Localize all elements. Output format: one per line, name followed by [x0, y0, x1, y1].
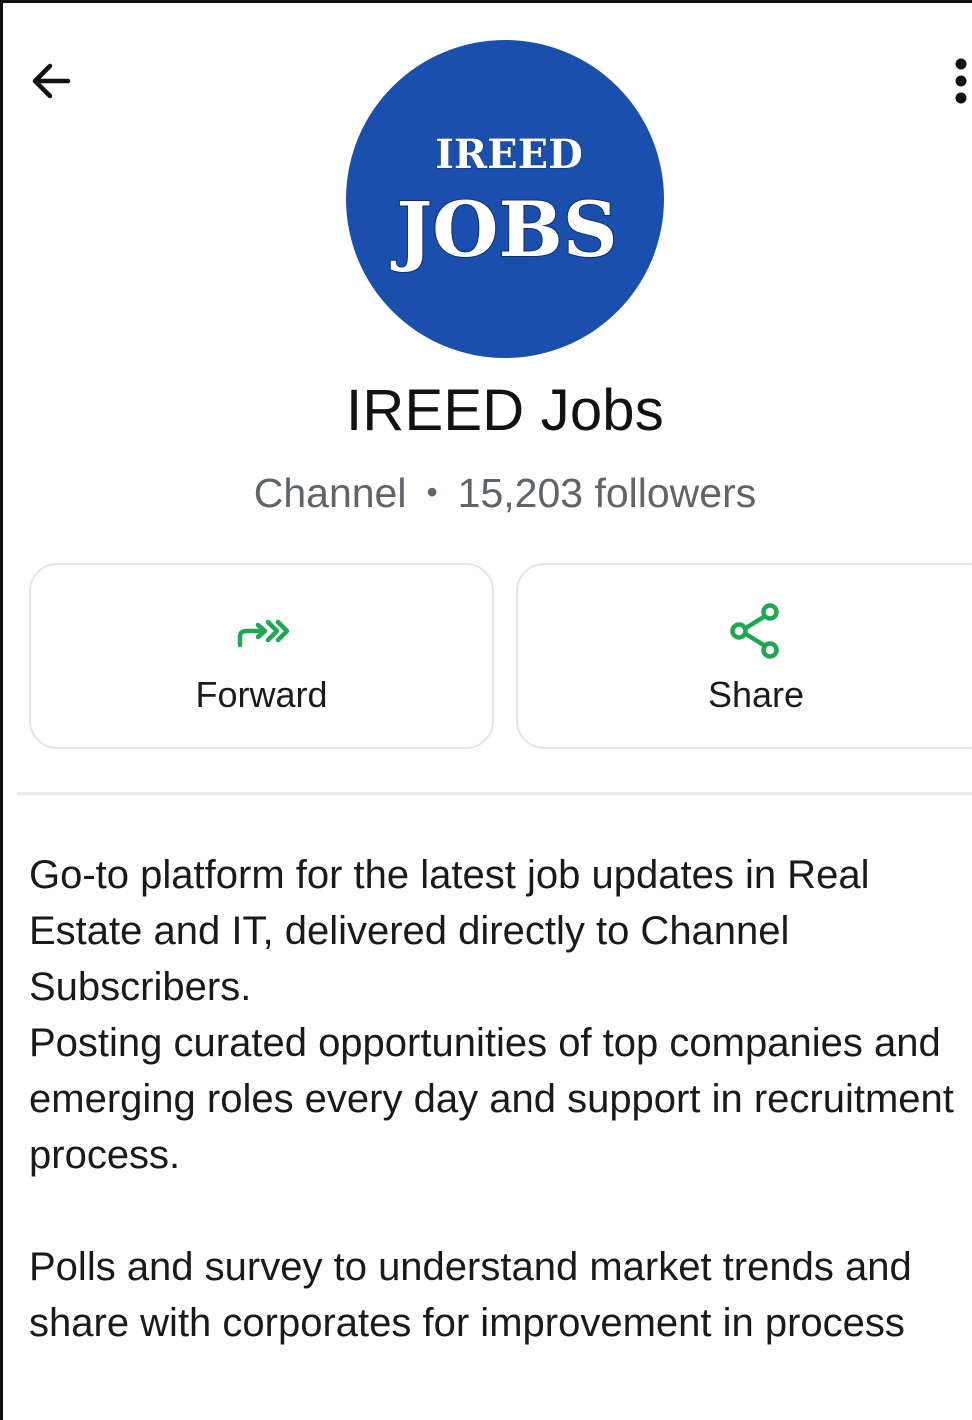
more-vertical-icon — [955, 58, 967, 104]
more-options-button[interactable] — [948, 53, 972, 109]
avatar-text-line1: IREED — [435, 131, 583, 178]
description-paragraph-1: Go-to platform for the latest job update… — [29, 853, 870, 1009]
screen: IREED JOBS IREED Jobs Channel • 15,203 fol… — [0, 0, 972, 1420]
share-icon — [724, 599, 788, 663]
channel-description: Go-to platform for the latest job update… — [29, 847, 972, 1351]
description-paragraph-2: Posting curated opportunities of top com… — [29, 1021, 954, 1177]
share-label: Share — [707, 674, 805, 715]
channel-type: Channel — [253, 470, 407, 516]
arrow-left-icon — [32, 63, 71, 99]
back-button[interactable] — [25, 55, 77, 107]
channel-meta: Channel • 15,203 followers — [3, 465, 972, 524]
avatar-text-line2: JOBS — [390, 185, 617, 274]
forward-icon — [230, 599, 294, 663]
section-divider — [17, 792, 972, 795]
forward-label: Forward — [195, 674, 328, 715]
follower-count: 15,203 followers — [457, 470, 757, 516]
description-paragraph-3: Polls and survey to understand market tr… — [29, 1245, 912, 1345]
forward-button[interactable]: Forward — [29, 563, 494, 749]
channel-avatar[interactable]: IREED JOBS — [346, 40, 664, 358]
share-button[interactable]: Share — [516, 563, 972, 749]
separator-dot: • — [426, 474, 438, 510]
channel-title: IREED Jobs — [346, 378, 664, 443]
